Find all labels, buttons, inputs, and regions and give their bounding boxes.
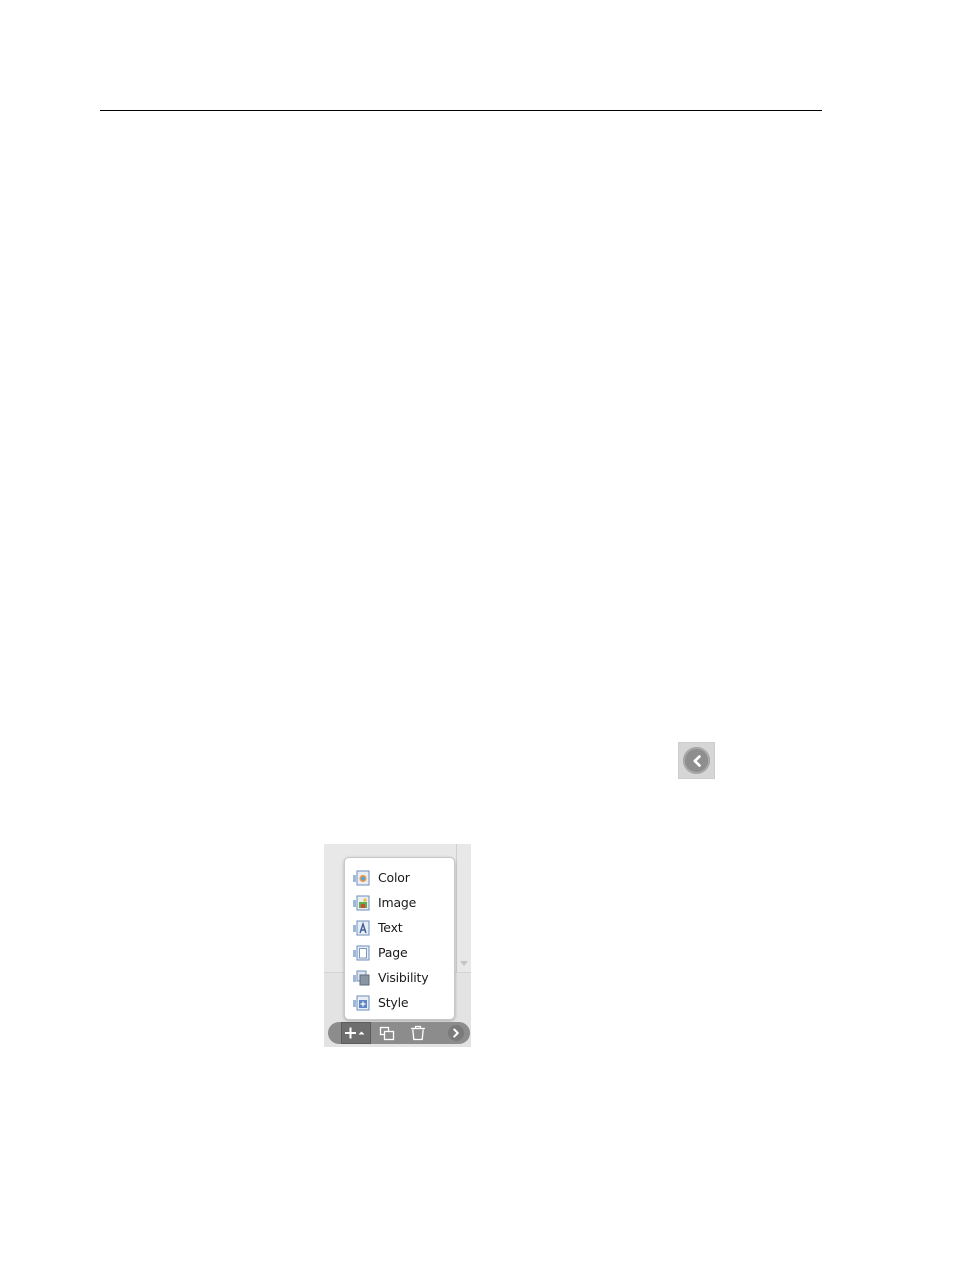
- next-icon[interactable]: [448, 1025, 464, 1041]
- text-layer-icon: [353, 919, 370, 936]
- duplicate-icon[interactable]: [379, 1026, 395, 1041]
- layer-toolbar: [328, 1022, 470, 1044]
- collapse-panel-button[interactable]: [678, 742, 715, 779]
- delete-icon[interactable]: [411, 1025, 425, 1041]
- add-layer-menu: Color Image Text Page Visibility Style: [344, 857, 455, 1020]
- menu-item-page[interactable]: Page: [353, 941, 451, 963]
- scroll-down-arrow-icon[interactable]: [460, 961, 468, 966]
- menu-item-color[interactable]: Color: [353, 866, 451, 888]
- menu-item-label: Visibility: [378, 969, 429, 985]
- chevron-left-glyph: [693, 755, 701, 767]
- scrollbar[interactable]: [456, 844, 457, 972]
- menu-item-label: Style: [378, 994, 409, 1010]
- add-layer-menu-screenshot: Color Image Text Page Visibility Style: [324, 844, 471, 1047]
- menu-item-image[interactable]: Image: [353, 891, 451, 913]
- page-layer-icon: [353, 944, 370, 961]
- style-layer-icon: [353, 994, 370, 1011]
- visibility-layer-icon: [353, 969, 370, 986]
- image-layer-icon: [353, 894, 370, 911]
- menu-item-text[interactable]: Text: [353, 916, 451, 938]
- toolbar-icons: [379, 1025, 464, 1041]
- menu-item-visibility[interactable]: Visibility: [353, 966, 451, 988]
- menu-item-style[interactable]: Style: [353, 991, 451, 1013]
- header-rule: [100, 110, 822, 111]
- color-layer-icon: [353, 869, 370, 886]
- menu-item-label: Image: [378, 894, 417, 910]
- menu-item-label: Page: [378, 944, 408, 960]
- menu-item-label: Color: [378, 869, 410, 885]
- menu-item-label: Text: [378, 919, 403, 935]
